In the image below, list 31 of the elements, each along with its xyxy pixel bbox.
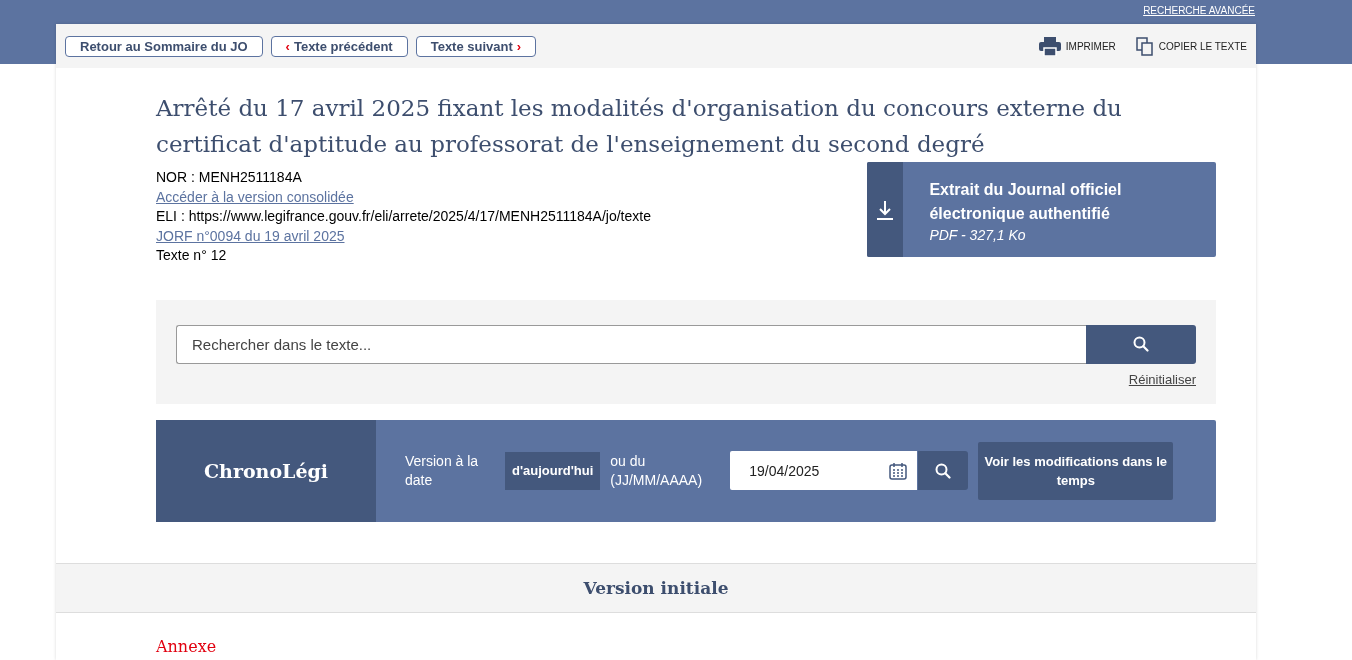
date-format-label: ou du (JJ/MM/AAAA) bbox=[610, 451, 704, 490]
document-title: Arrêté du 17 avril 2025 fixant les modalités d'organisation du concours externe du certificat d'aptitude au professorat de l'enseignement du second degré bbox=[156, 94, 1123, 159]
summary-button[interactable]: Retour au Sommaire du JO bbox=[65, 35, 263, 57]
advanced-search-link[interactable]: RECHERCHE AVANCÉE bbox=[1143, 5, 1255, 17]
next-text-button[interactable]: Texte suivant › bbox=[415, 35, 537, 57]
section-title: Annexe bbox=[156, 636, 218, 656]
reset-link[interactable]: Réinitialiser bbox=[1128, 371, 1196, 387]
search-icon bbox=[935, 462, 952, 479]
printer-icon bbox=[1038, 36, 1061, 56]
meta-text: Texte n° 12 bbox=[156, 246, 227, 265]
version-heading: Version initiale bbox=[583, 577, 729, 598]
search-field[interactable]: Rechercher dans le texte... bbox=[176, 324, 1086, 364]
search-icon bbox=[1133, 336, 1149, 352]
chronolegi-title: ChronoLégi bbox=[156, 419, 376, 522]
today-button[interactable]: d'aujourd'hui bbox=[505, 451, 601, 490]
download-icon bbox=[876, 199, 895, 220]
previous-text-button[interactable]: ‹ Texte précédent bbox=[270, 35, 408, 57]
meta-text: NOR : MENH2511184A bbox=[156, 168, 302, 187]
meta-link[interactable]: JORF n°0094 du 19 avril 2025 bbox=[156, 226, 345, 246]
calendar-icon bbox=[889, 461, 908, 480]
version-date-label: Version à la date bbox=[405, 451, 480, 490]
download-pdf-button[interactable]: Extrait du Journal officiel électronique authentifié PDF - 327,1 Ko bbox=[867, 162, 1216, 257]
search-button[interactable] bbox=[1086, 324, 1196, 364]
date-search-button[interactable] bbox=[918, 451, 969, 490]
meta-link[interactable]: Accéder à la version consolidée bbox=[156, 187, 354, 207]
copy-text-button[interactable]: COPIER LE TEXTE bbox=[1135, 36, 1247, 56]
copy-icon bbox=[1135, 36, 1154, 56]
changes-over-time-button[interactable]: Voir les modifications dans le temps bbox=[978, 441, 1174, 500]
meta-text: ELI : https://www.legifrance.gouv.fr/eli/arrete/2025/4/17/MENH2511184A/jo/texte bbox=[156, 207, 651, 226]
print-button[interactable]: IMPRIMER bbox=[1038, 36, 1116, 56]
date-field[interactable]: 19/04/2025 bbox=[730, 451, 918, 490]
